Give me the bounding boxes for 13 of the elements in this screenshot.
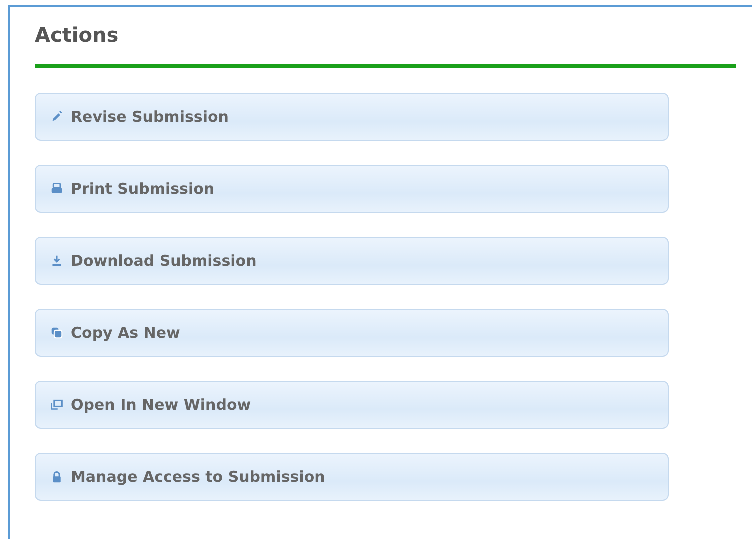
new-window-icon [51,399,63,411]
action-button[interactable]: Print Submission [35,165,669,213]
pencil-icon [51,111,63,123]
download-icon [51,255,63,267]
copy-icon [51,327,63,339]
panel-title: Actions [35,22,120,49]
action-button[interactable]: Download Submission [35,237,669,285]
action-button[interactable]: Copy As New [35,309,669,357]
action-button[interactable]: Open In New Window [35,381,669,429]
action-button[interactable]: Manage Access to Submission [35,453,669,501]
printer-icon [51,183,63,195]
lock-icon [51,471,63,483]
action-button[interactable]: Revise Submission [35,93,669,141]
